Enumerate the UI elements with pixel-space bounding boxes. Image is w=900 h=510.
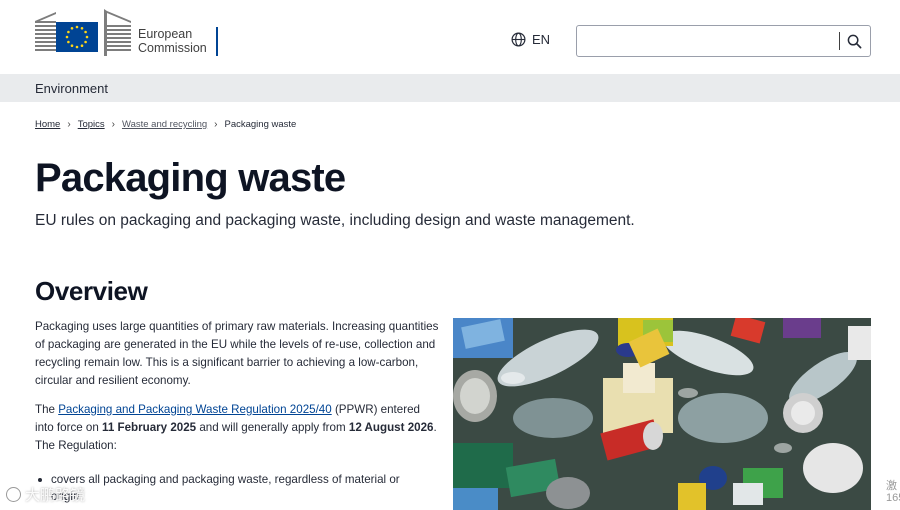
site-name-link[interactable]: Environment bbox=[35, 81, 108, 96]
watermark-left: 大鹏路镜 bbox=[6, 484, 85, 505]
breadcrumb-current: Packaging waste bbox=[224, 119, 297, 130]
overview-paragraph-1: Packaging uses large quantities of prima… bbox=[35, 320, 439, 387]
logo-divider bbox=[216, 27, 218, 56]
globe-icon bbox=[511, 32, 526, 47]
logo-text: European Commission bbox=[138, 27, 207, 55]
chevron-right-icon: › bbox=[67, 119, 71, 130]
application-date: 12 August 2026 bbox=[348, 421, 434, 434]
breadcrumb-waste-and-recycling[interactable]: Waste and recycling bbox=[122, 119, 207, 130]
packaging-waste-image bbox=[453, 318, 871, 510]
search-icon bbox=[847, 34, 861, 48]
breadcrumb-topics[interactable]: Topics bbox=[78, 119, 105, 130]
chevron-right-icon: › bbox=[111, 119, 115, 130]
packaging-waste-illustration bbox=[453, 318, 871, 510]
ppwr-regulation-link[interactable]: Packaging and Packaging Waste Regulation… bbox=[58, 403, 332, 416]
site-name-bar: Environment bbox=[0, 74, 900, 102]
overview-paragraph-2: The Packaging and Packaging Waste Regula… bbox=[35, 403, 437, 452]
search-separator bbox=[839, 32, 840, 50]
site-header: European Commission EN bbox=[0, 0, 900, 74]
search-input[interactable] bbox=[577, 26, 839, 56]
search-box bbox=[576, 25, 871, 57]
breadcrumb-home[interactable]: Home bbox=[35, 119, 60, 130]
breadcrumb: Home › Topics › Waste and recycling › Pa… bbox=[35, 119, 296, 130]
search-button[interactable] bbox=[843, 31, 865, 51]
section-title-overview: Overview bbox=[35, 276, 148, 306]
language-selector[interactable]: EN bbox=[511, 32, 550, 47]
page-subtitle: EU rules on packaging and packaging wast… bbox=[35, 212, 635, 229]
language-code: EN bbox=[532, 32, 551, 47]
watermark-right: 激 165 bbox=[886, 480, 900, 504]
page-title: Packaging waste bbox=[35, 156, 346, 200]
chevron-right-icon: › bbox=[214, 119, 218, 130]
entry-into-force-date: 11 February 2025 bbox=[102, 421, 197, 434]
bullet-icon bbox=[38, 478, 42, 482]
watermark-logo-icon bbox=[6, 487, 21, 502]
ec-logo[interactable]: European Commission bbox=[35, 9, 220, 59]
